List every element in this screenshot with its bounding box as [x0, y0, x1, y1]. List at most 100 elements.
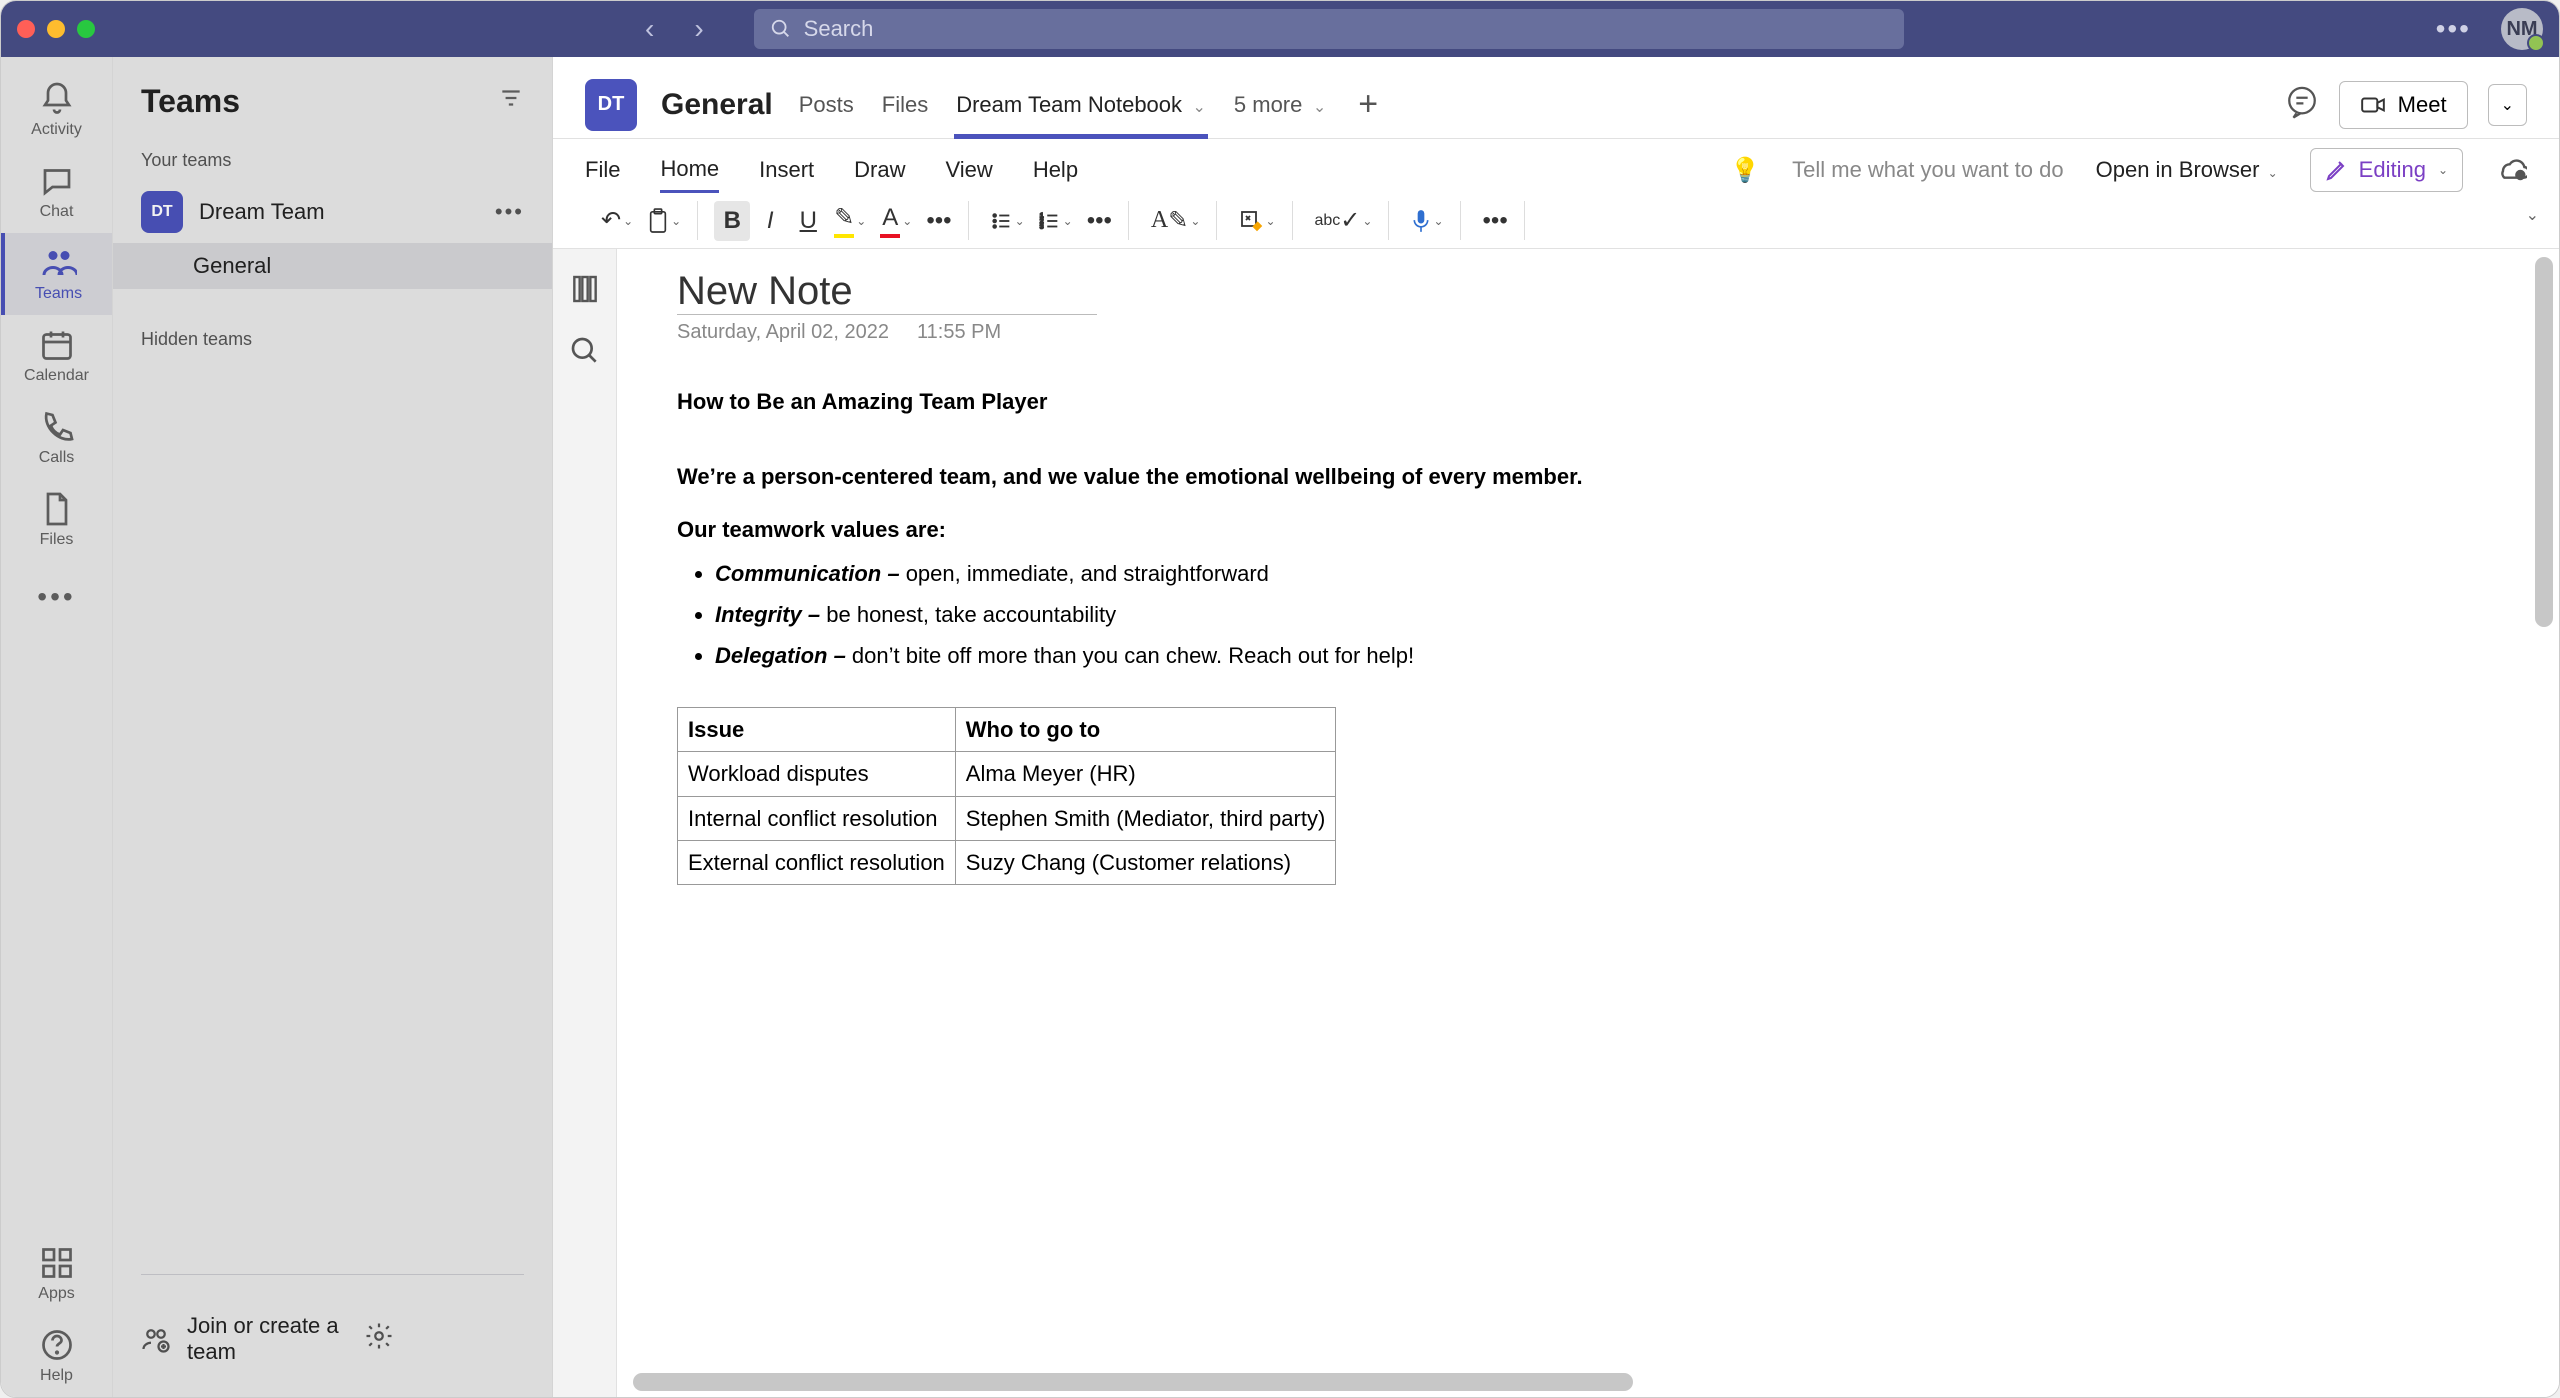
rail-calls[interactable]: Calls: [1, 397, 112, 479]
search-placeholder: Search: [804, 16, 874, 42]
tell-me-input[interactable]: Tell me what you want to do: [1792, 157, 2063, 183]
ribbon-view[interactable]: View: [946, 149, 993, 191]
bullets-button[interactable]: ⌄: [985, 201, 1031, 241]
editing-mode-button[interactable]: Editing ⌄: [2310, 148, 2463, 192]
rail-calendar[interactable]: Calendar: [1, 315, 112, 397]
highlight-button[interactable]: ✎⌄: [828, 201, 872, 241]
note-body[interactable]: How to Be an Amazing Team Player We’re a…: [677, 384, 1727, 885]
video-icon: [2360, 92, 2386, 118]
forward-button[interactable]: ›: [694, 13, 703, 45]
rail-teams[interactable]: Teams: [1, 233, 112, 315]
team-more-button[interactable]: •••: [495, 199, 524, 225]
mic-icon: [1411, 208, 1431, 234]
note-area: New Note Saturday, April 02, 2022 11:55 …: [553, 249, 2559, 1397]
join-create-team[interactable]: Join or create a team: [113, 1295, 552, 1383]
apps-icon: [39, 1245, 75, 1281]
bold-button[interactable]: B: [714, 201, 750, 241]
user-avatar[interactable]: NM: [2501, 8, 2543, 50]
table-row: External conflict resolutionSuzy Chang (…: [678, 840, 1336, 884]
clipboard-button[interactable]: ⌄: [641, 201, 687, 241]
lightbulb-icon: 💡: [1730, 156, 1760, 185]
undo-button[interactable]: ↶⌄: [595, 201, 639, 241]
search-pages-icon[interactable]: [569, 335, 601, 367]
tab-files[interactable]: Files: [880, 72, 930, 138]
meet-button[interactable]: Meet: [2339, 81, 2468, 129]
italic-button[interactable]: I: [752, 201, 788, 241]
tags-button[interactable]: ⌄: [1233, 201, 1281, 241]
font-more-button[interactable]: •••: [920, 201, 957, 241]
channel-avatar: DT: [585, 79, 637, 131]
teams-icon: [41, 245, 77, 281]
dictate-button[interactable]: ⌄: [1405, 201, 1449, 241]
back-button[interactable]: ‹: [645, 13, 654, 45]
horizontal-scrollbar[interactable]: [633, 1373, 1633, 1391]
bell-icon: [39, 81, 75, 117]
note-page[interactable]: New Note Saturday, April 02, 2022 11:55 …: [617, 249, 2559, 1397]
channel-name: General: [661, 88, 773, 122]
tab-posts[interactable]: Posts: [797, 72, 856, 138]
sidebar-title: Teams: [141, 83, 240, 120]
app-rail: Activity Chat Teams Calendar Calls Files: [1, 57, 113, 1397]
collapse-ribbon-button[interactable]: ⌄: [2526, 205, 2539, 225]
app-window: ‹ › Search ••• NM Activity Chat Teams: [0, 0, 2560, 1398]
vertical-scrollbar[interactable]: [2535, 257, 2553, 627]
add-tab-button[interactable]: +: [1358, 85, 1378, 124]
clipboard-icon: [647, 208, 669, 234]
table-header-row: Issue Who to go to: [678, 708, 1336, 752]
minimize-window-button[interactable]: [47, 20, 65, 38]
numbering-button[interactable]: 123⌄: [1033, 201, 1079, 241]
toolbar-more-button[interactable]: •••: [1477, 201, 1514, 241]
numbering-icon: 123: [1039, 210, 1061, 232]
rail-help[interactable]: Help: [1, 1315, 112, 1397]
maximize-window-button[interactable]: [77, 20, 95, 38]
window-controls: [17, 20, 95, 38]
styles-button[interactable]: A✎⌄: [1145, 201, 1207, 241]
format-toolbar: ↶⌄ ⌄ B I U ✎⌄ A⌄ ••• ⌄ 1: [553, 193, 2559, 249]
list-item: Integrity – be honest, take accountabili…: [715, 597, 1727, 632]
notebooks-icon[interactable]: [569, 273, 601, 305]
manage-teams-gear[interactable]: [364, 1321, 525, 1357]
note-title[interactable]: New Note: [677, 269, 1097, 314]
rail-apps[interactable]: Apps: [1, 1233, 112, 1315]
rail-chat[interactable]: Chat: [1, 151, 112, 233]
history-nav: ‹ ›: [645, 13, 704, 45]
calendar-icon: [39, 327, 75, 363]
rail-activity[interactable]: Activity: [1, 69, 112, 151]
spellcheck-button[interactable]: abc✓⌄: [1309, 201, 1379, 241]
table-row: Workload disputesAlma Meyer (HR): [678, 752, 1336, 796]
ribbon-file[interactable]: File: [585, 149, 620, 191]
team-row-dreamteam[interactable]: DT Dream Team •••: [113, 181, 552, 243]
rail-files[interactable]: Files: [1, 479, 112, 561]
font-color-button[interactable]: A⌄: [874, 201, 918, 241]
search-bar[interactable]: Search: [754, 9, 1904, 49]
open-in-browser-button[interactable]: Open in Browser ⌄: [2096, 157, 2278, 183]
settings-more-button[interactable]: •••: [2436, 13, 2471, 45]
rail-more-button[interactable]: •••: [37, 561, 75, 633]
channel-header: DT General Posts Files Dream Team Notebo…: [553, 57, 2559, 139]
note-date: Saturday, April 02, 2022: [677, 321, 889, 344]
ribbon-insert[interactable]: Insert: [759, 149, 814, 191]
meet-options-button[interactable]: ⌄: [2488, 84, 2527, 126]
ribbon-draw[interactable]: Draw: [854, 149, 905, 191]
list-item: Delegation – don’t bite off more than yo…: [715, 638, 1727, 673]
tab-notebook[interactable]: Dream Team Notebook ⌄: [954, 72, 1208, 138]
channel-general[interactable]: General: [113, 243, 552, 289]
paragraph-more-button[interactable]: •••: [1081, 201, 1118, 241]
catch-up-button[interactable]: [2495, 151, 2527, 189]
reply-icon: [2285, 85, 2319, 119]
chevron-down-icon: ⌄: [1188, 99, 1206, 116]
content-area: DT General Posts Files Dream Team Notebo…: [553, 57, 2559, 1397]
chevron-down-icon: ⌄: [2268, 166, 2278, 180]
filter-button[interactable]: [498, 85, 524, 118]
underline-button[interactable]: U: [790, 201, 826, 241]
open-chat-button[interactable]: [2285, 85, 2319, 124]
ribbon-home[interactable]: Home: [660, 148, 719, 193]
note-intro: We’re a person-centered team, and we val…: [677, 459, 1727, 494]
close-window-button[interactable]: [17, 20, 35, 38]
note-navigation-rail: [553, 249, 617, 1397]
ribbon-help[interactable]: Help: [1033, 149, 1078, 191]
tab-more[interactable]: 5 more ⌄: [1232, 72, 1328, 138]
svg-text:3: 3: [1040, 223, 1044, 230]
bullets-icon: [991, 210, 1013, 232]
your-teams-label: Your teams: [113, 140, 552, 181]
